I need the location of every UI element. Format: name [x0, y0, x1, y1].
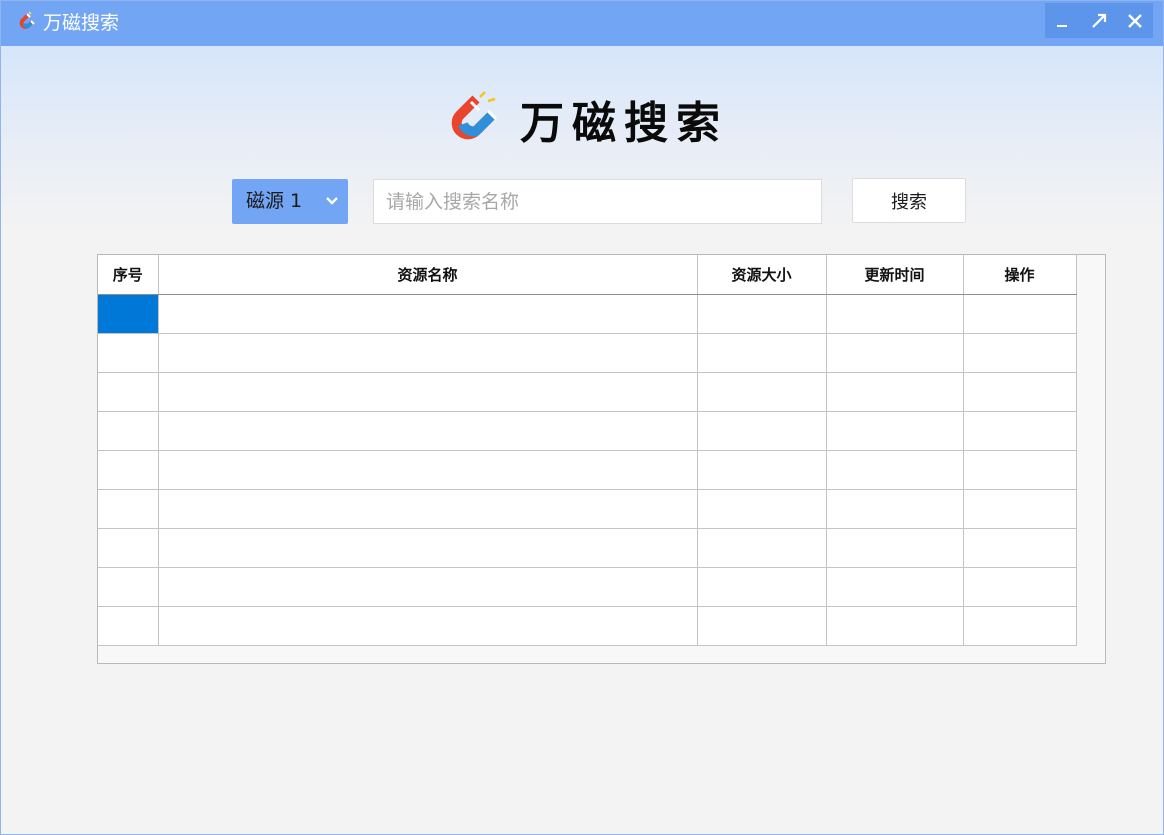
cell-size[interactable] [696, 410, 827, 451]
cell-index[interactable] [98, 605, 159, 646]
cell-updated[interactable] [825, 605, 964, 646]
cell-name[interactable] [157, 605, 698, 646]
close-button[interactable] [1117, 3, 1153, 38]
cell-index[interactable] [98, 449, 159, 490]
source-dropdown-label: 磁源 1 [246, 190, 303, 212]
cell-index[interactable] [98, 566, 159, 607]
maximize-button[interactable] [1081, 3, 1117, 38]
minimize-button[interactable] [1045, 3, 1081, 38]
cell-actions[interactable] [962, 371, 1077, 412]
cell-actions[interactable] [962, 566, 1077, 607]
results-table: 序号 资源名称 资源大小 更新时间 操作 [98, 255, 1077, 646]
column-header-size[interactable]: 资源大小 [696, 255, 827, 295]
maximize-icon [1092, 13, 1107, 28]
window-controls [1045, 3, 1153, 38]
cell-name[interactable] [157, 332, 698, 373]
cell-name[interactable] [157, 488, 698, 529]
cell-updated[interactable] [825, 566, 964, 607]
column-header-updated[interactable]: 更新时间 [825, 255, 964, 295]
close-icon [1128, 13, 1142, 28]
cell-index[interactable] [98, 332, 159, 373]
cell-size[interactable] [696, 371, 827, 412]
cell-actions[interactable] [962, 527, 1077, 568]
cell-size[interactable] [696, 293, 827, 334]
cell-updated[interactable] [825, 488, 964, 529]
cell-index[interactable] [98, 293, 159, 334]
cell-size[interactable] [696, 605, 827, 646]
magnet-icon [451, 91, 498, 140]
cell-name[interactable] [157, 410, 698, 451]
cell-size[interactable] [696, 566, 827, 607]
title-bar[interactable]: 万磁搜索 [1, 1, 1163, 46]
table-header-row: 序号 资源名称 资源大小 更新时间 操作 [98, 255, 1077, 295]
cell-size[interactable] [696, 488, 827, 529]
cell-updated[interactable] [825, 371, 964, 412]
cell-actions[interactable] [962, 449, 1077, 490]
cell-updated[interactable] [825, 332, 964, 373]
table-row[interactable] [98, 527, 1077, 568]
table-row[interactable] [98, 332, 1077, 373]
column-header-name[interactable]: 资源名称 [157, 255, 698, 295]
column-header-actions[interactable]: 操作 [962, 255, 1077, 295]
table-row[interactable] [98, 293, 1077, 334]
cell-size[interactable] [696, 449, 827, 490]
cell-actions[interactable] [962, 488, 1077, 529]
cell-updated[interactable] [825, 410, 964, 451]
table-row[interactable] [98, 371, 1077, 412]
cell-index[interactable] [98, 371, 159, 412]
magnet-icon [19, 11, 35, 29]
cell-name[interactable] [157, 371, 698, 412]
cell-updated[interactable] [825, 293, 964, 334]
search-button[interactable]: 搜索 [852, 178, 966, 223]
table-row[interactable] [98, 605, 1077, 646]
app-logo: 万磁搜索 [442, 89, 728, 149]
cell-updated[interactable] [825, 449, 964, 490]
cell-index[interactable] [98, 488, 159, 529]
table-row[interactable] [98, 449, 1077, 490]
results-table-frame: 序号 资源名称 资源大小 更新时间 操作 [97, 254, 1106, 664]
cell-size[interactable] [696, 527, 827, 568]
search-input[interactable] [373, 179, 822, 224]
cell-size[interactable] [696, 332, 827, 373]
cell-index[interactable] [98, 527, 159, 568]
window-title: 万磁搜索 [43, 12, 120, 34]
table-row[interactable] [98, 410, 1077, 451]
chevron-down-icon [326, 197, 338, 205]
cell-actions[interactable] [962, 293, 1077, 334]
minimize-icon [1057, 24, 1067, 27]
table-row[interactable] [98, 488, 1077, 529]
app-window: 万磁搜索 万磁搜索 磁源 1 请输入搜索名称 搜索 序号 资源名称 资源大小 更… [0, 0, 1164, 835]
cell-name[interactable] [157, 527, 698, 568]
cell-actions[interactable] [962, 410, 1077, 451]
column-header-index[interactable]: 序号 [98, 255, 159, 295]
cell-name[interactable] [157, 293, 698, 334]
cell-updated[interactable] [825, 527, 964, 568]
cell-actions[interactable] [962, 332, 1077, 373]
cell-actions[interactable] [962, 605, 1077, 646]
table-row[interactable] [98, 566, 1077, 607]
source-dropdown[interactable]: 磁源 1 [232, 179, 348, 224]
cell-name[interactable] [157, 449, 698, 490]
logo-title: 万磁搜索 [520, 98, 728, 149]
cell-name[interactable] [157, 566, 698, 607]
cell-index[interactable] [98, 410, 159, 451]
